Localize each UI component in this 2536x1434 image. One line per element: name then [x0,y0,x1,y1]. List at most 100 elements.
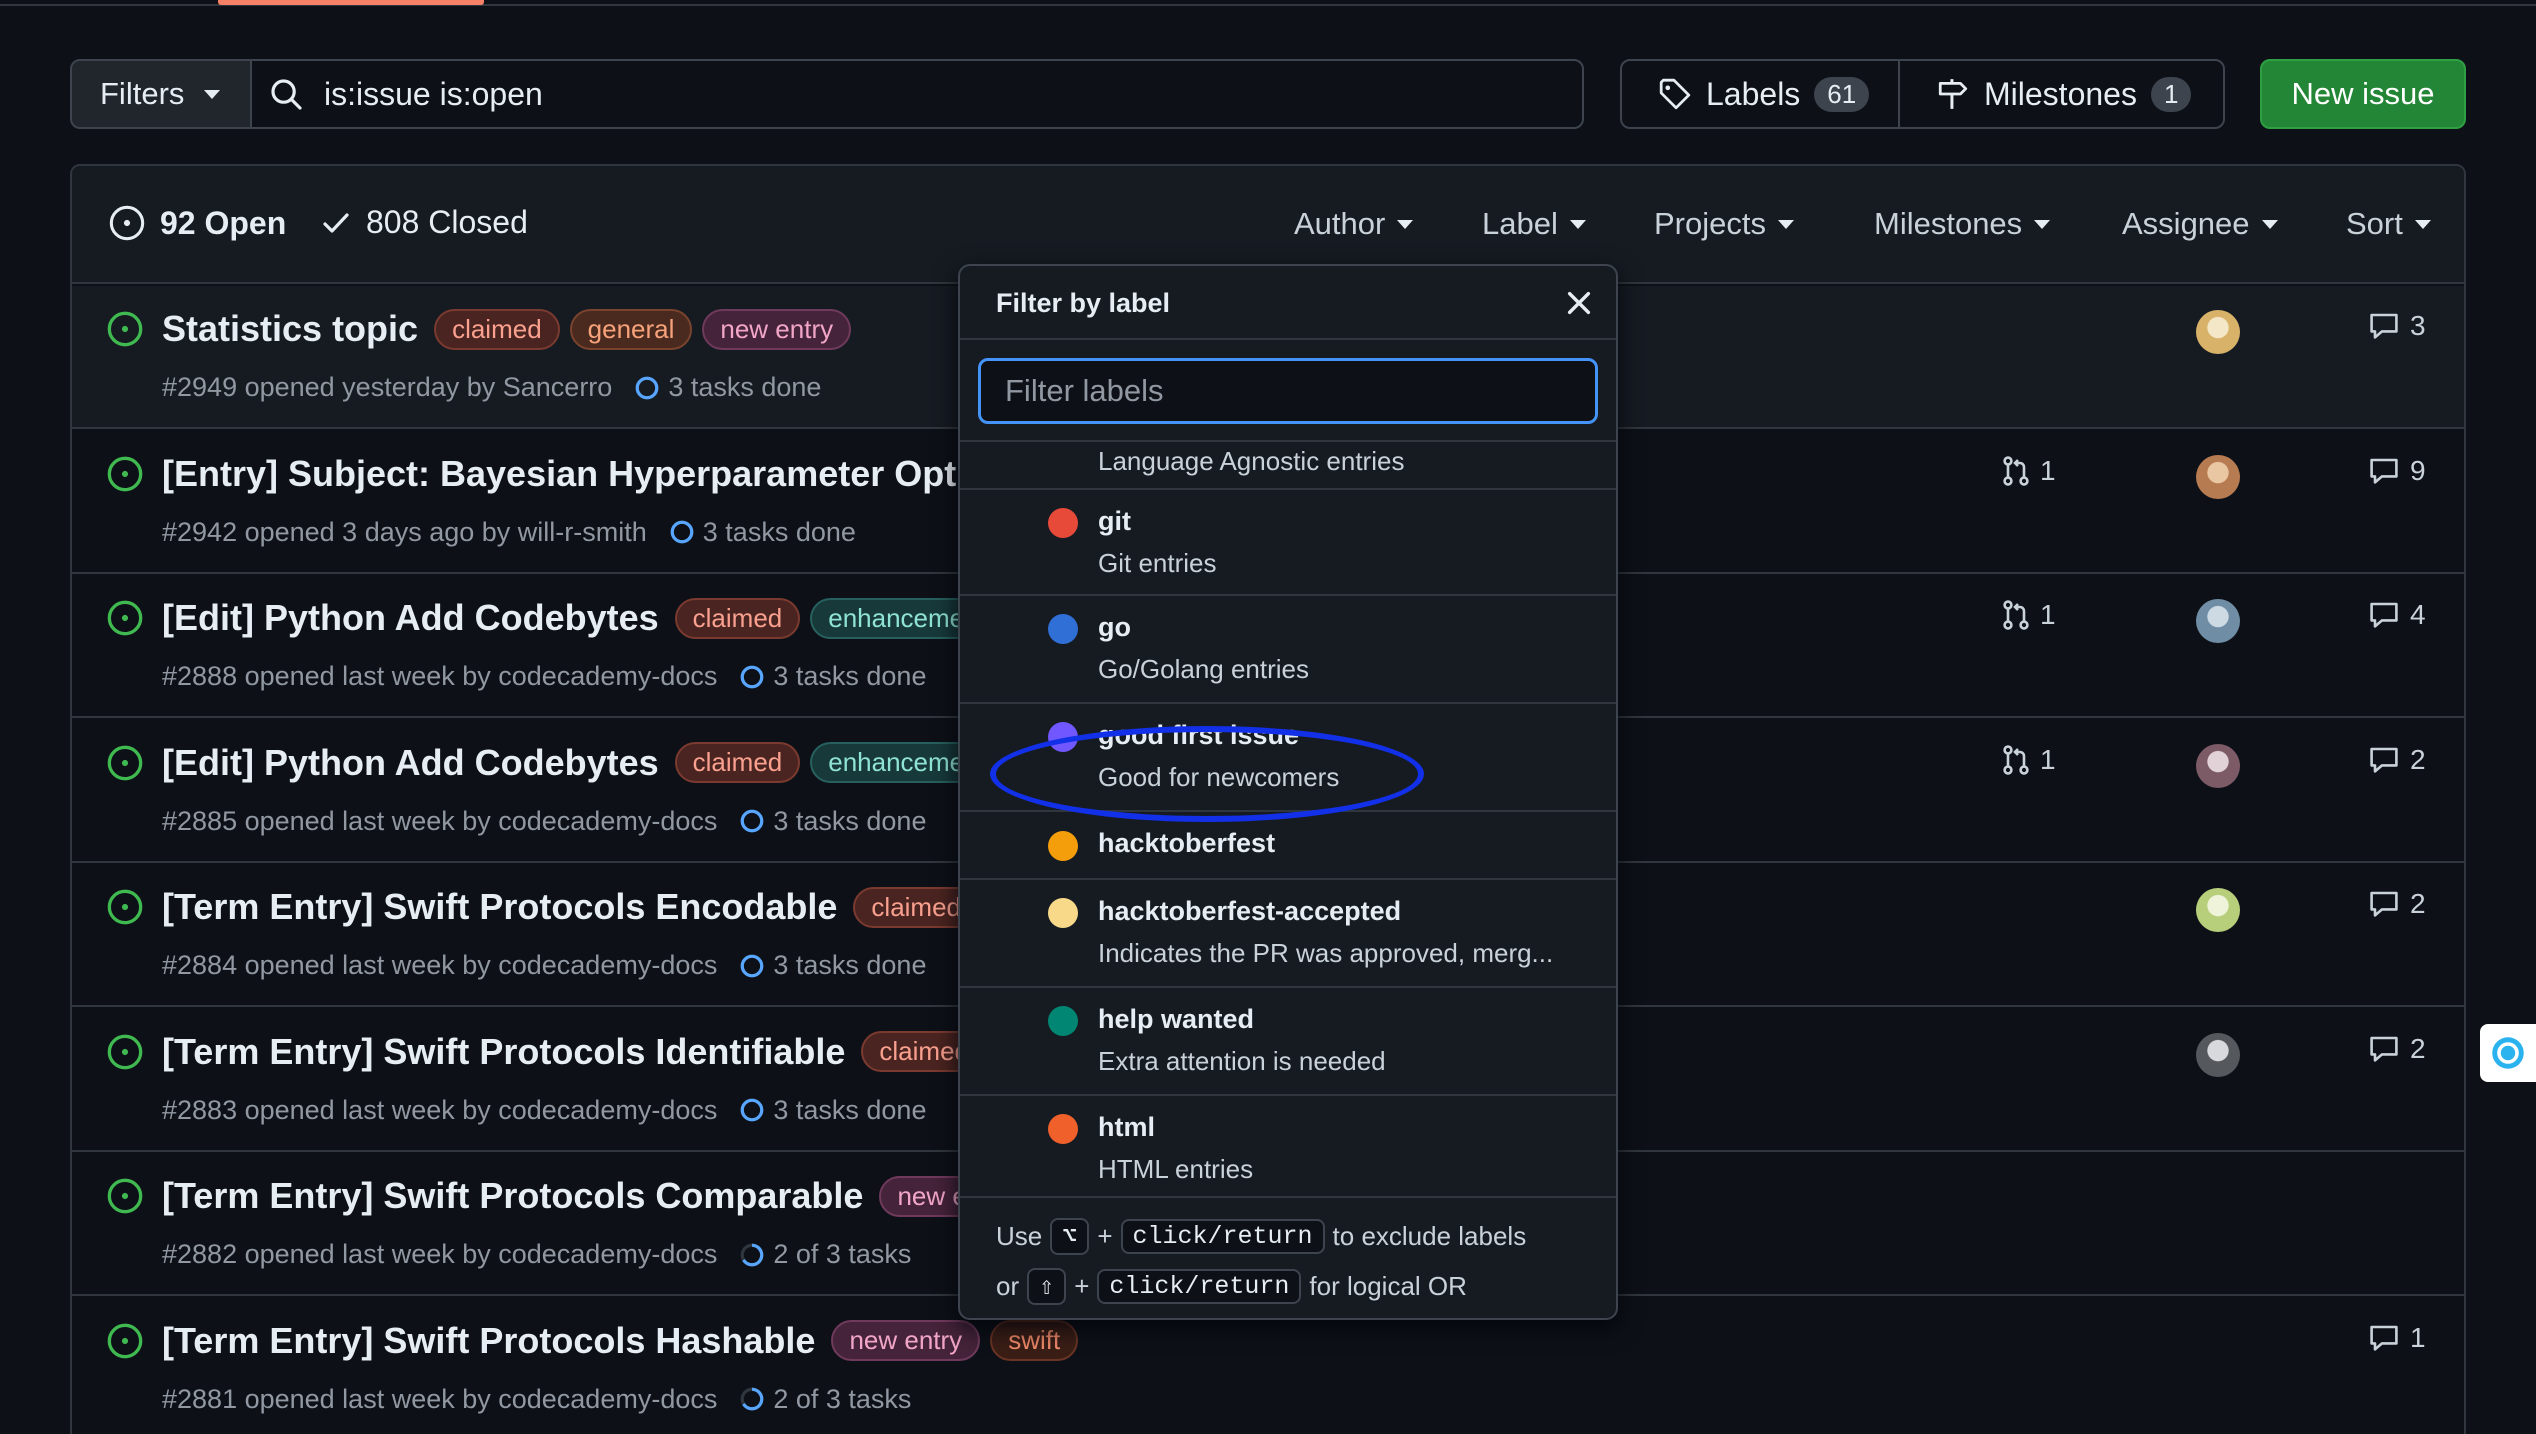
comments-link[interactable]: 4 [2368,599,2426,631]
filter-labels-input[interactable] [978,358,1598,424]
issue-open-icon [107,600,143,636]
issue-meta-text: #2949 opened yesterday by Sancerro [162,372,613,402]
issue-title-link[interactable]: [Edit] Python Add Codebytes [162,742,659,784]
assignee-avatar[interactable] [2196,310,2240,354]
issue-search-box[interactable] [250,59,1584,129]
comments-count: 4 [2410,599,2426,630]
label-option-partial[interactable]: Language Agnostic entries [960,442,1616,490]
footer-plus: + [1097,1221,1113,1251]
assignee-avatar[interactable] [2196,743,2240,788]
progress-icon [635,376,659,399]
label-option-go[interactable]: go Go/Golang entries [960,596,1616,704]
linked-pr[interactable]: 1 [2000,599,2056,631]
assignee-avatar[interactable] [2196,454,2240,499]
issue-label[interactable]: general [569,308,693,350]
label-option-desc: Indicates the PR was approved, merg... [1098,938,1554,968]
footer-text: to exclude labels [1332,1221,1527,1251]
issue-title-link[interactable]: [Term Entry] Swift Protocols Encodable [162,886,837,928]
issue-meta: #2888 opened last week by codecademy-doc… [162,661,926,692]
issue-title-link[interactable]: [Term Entry] Swift Protocols Identifiabl… [162,1031,845,1073]
issue-title-line: [Term Entry] Swift Protocols Encodable cl… [162,886,980,928]
issue-title-link[interactable]: [Term Entry] Swift Protocols Comparable [162,1175,863,1217]
issue-title-link[interactable]: [Edit] Python Add Codebytes [162,597,659,639]
pull-request-icon [2003,744,2029,775]
issue-title-link[interactable]: Statistics topic [162,308,418,350]
sort-filter[interactable]: Sort [2346,206,2431,242]
annotation-highlight-ellipse [990,726,1424,822]
task-progress: 3 tasks done [739,950,926,981]
label-filter[interactable]: Label [1482,206,1586,242]
issue-label[interactable]: swift [990,1320,1079,1361]
labels-count: 61 [1814,76,1870,112]
label-option-name: go [1098,612,1131,642]
label-option-hacktoberfest[interactable]: hacktoberfest [960,812,1616,880]
linked-pr-count: 1 [2040,454,2056,486]
issue-label[interactable]: enhanceme [810,597,983,639]
issue-title-link[interactable]: [Entry] Subject: Bayesian Hyperparameter… [162,453,988,495]
issue-label[interactable]: new entry [702,308,852,350]
milestones-filter-label: Milestones [1874,206,2023,241]
comments-link[interactable]: 2 [2368,1033,2426,1065]
assignee-avatar[interactable] [2196,888,2240,932]
search-icon [271,79,302,110]
assignee-avatar[interactable] [2196,1032,2240,1077]
projects-filter[interactable]: Projects [1654,206,1794,242]
issue-meta-text: #2888 opened last week by codecademy-doc… [162,661,718,691]
labels-button[interactable]: Labels 61 [1622,61,1900,127]
footer-plus: + [1074,1271,1090,1301]
author-filter[interactable]: Author [1294,206,1414,242]
linked-pr[interactable]: 1 [2000,744,2056,776]
footer-or-hint: or ⇧ + click/return for logical OR [996,1268,1467,1305]
floating-assistant-widget[interactable] [2480,1024,2536,1082]
issue-title-line: Statistics topic claimed general new entry [162,308,852,350]
issue-label[interactable]: claimed [434,308,560,350]
task-progress-text: 3 tasks done [668,372,822,402]
assignee-avatar[interactable] [2196,599,2240,643]
issue-label[interactable]: claimed [674,597,801,639]
issue-open-icon [107,1034,143,1069]
issue-title-link[interactable]: [Term Entry] Swift Protocols Hashable [162,1320,815,1362]
issue-search-input[interactable] [324,75,1524,113]
closed-count: 808 Closed [366,204,528,240]
issue-label[interactable]: claimed [674,742,801,783]
linked-pr[interactable]: 1 [2000,455,2056,487]
assistant-icon [2492,1037,2524,1069]
comments-link[interactable]: 3 [2368,310,2426,342]
filters-dropdown-button[interactable]: Filters [70,59,252,129]
assignee-filter-label: Assignee [2122,206,2250,241]
new-issue-button[interactable]: New issue [2260,59,2466,129]
progress-icon [740,954,764,977]
label-option-git[interactable]: git Git entries [960,490,1616,596]
labels-label: Labels [1706,75,1801,112]
milestones-filter[interactable]: Milestones [1874,206,2051,242]
label-option-desc: Language Agnostic entries [1098,446,1405,476]
comments-count: 2 [2410,888,2426,919]
comments-count: 2 [2410,743,2426,775]
comments-link[interactable]: 2 [2368,888,2426,920]
label-option-help-wanted[interactable]: help wanted Extra attention is needed [960,988,1616,1096]
task-progress-text: 3 tasks done [773,950,927,980]
label-color-dot [1048,508,1078,538]
assignee-filter[interactable]: Assignee [2122,206,2278,242]
label-option-hacktoberfest-accepted[interactable]: hacktoberfest-accepted Indicates the PR … [960,880,1616,988]
label-filter-label: Label [1482,206,1558,241]
milestones-label: Milestones [1984,75,2137,112]
issue-label[interactable]: new entry [831,1320,981,1361]
comments-link[interactable]: 2 [2368,744,2426,776]
label-option-html[interactable]: html HTML entries [960,1096,1616,1198]
issue-title-line: [Term Entry] Swift Protocols Hashable new… [162,1320,1079,1362]
issue-label[interactable]: enhanceme [810,742,983,783]
label-option-desc: Go/Golang entries [1098,654,1310,684]
close-icon[interactable] [1564,288,1594,318]
issue-open-icon [107,1178,143,1214]
comments-link[interactable]: 1 [2368,1322,2426,1354]
progress-icon [740,1098,764,1122]
task-progress-text: 3 tasks done [702,516,856,547]
milestones-button[interactable]: Milestones 1 [1900,61,2223,127]
comments-link[interactable]: 9 [2368,455,2426,487]
open-issues-tab[interactable]: 92 Open [108,204,286,242]
issue-meta: #2885 opened last week by codecademy-doc… [162,806,926,837]
label-color-dot [1048,614,1078,644]
label-option-name: hacktoberfest [1098,828,1276,858]
closed-issues-tab[interactable]: 808 Closed [320,204,528,241]
